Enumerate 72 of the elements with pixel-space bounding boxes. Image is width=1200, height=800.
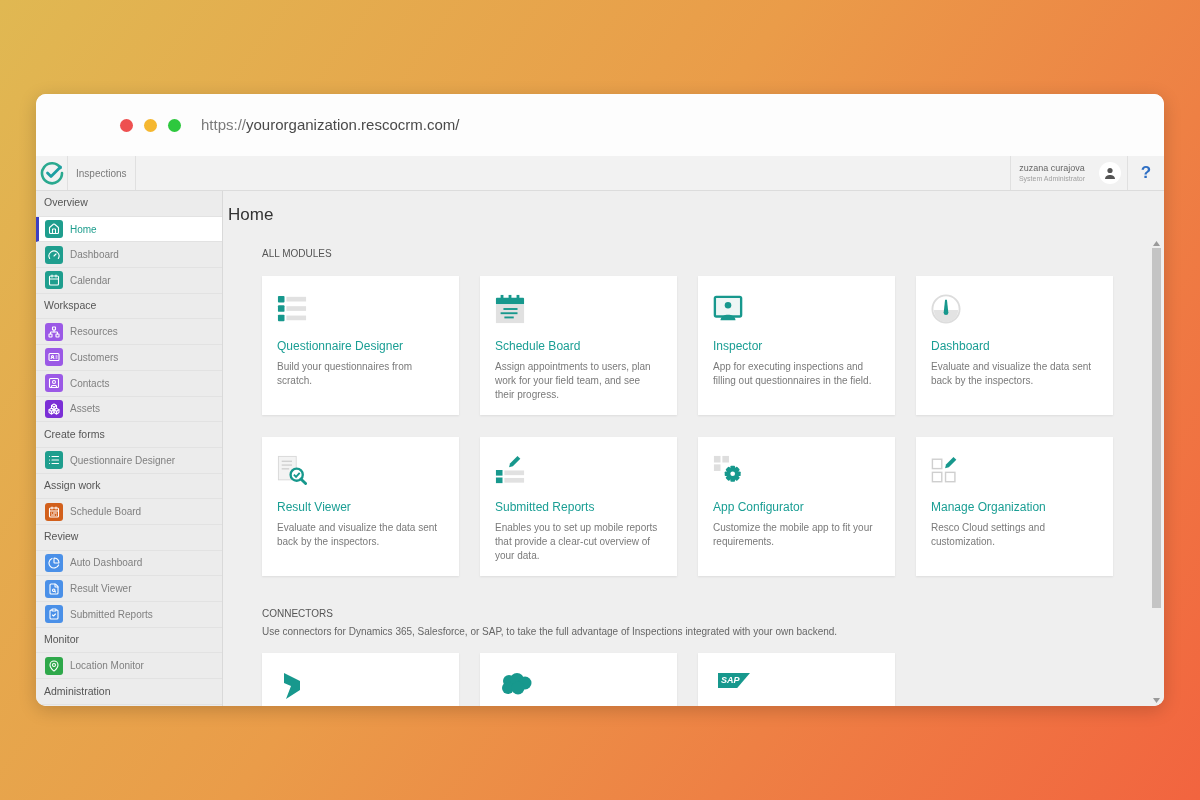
sidebar-item[interactable]: Submitted Reports xyxy=(36,602,222,628)
avatar-icon[interactable] xyxy=(1099,162,1121,184)
module-card[interactable]: Dashboard Evaluate and visualize the data sent back by the inspectors. xyxy=(916,276,1113,415)
sidebar-heading: Overview xyxy=(36,191,222,217)
module-description: Customize the mobile app to fit your requirements. xyxy=(713,521,874,549)
help-button[interactable]: ? xyxy=(1127,156,1164,190)
page-title: Home xyxy=(228,203,274,226)
wordmark-logo: SAP xyxy=(718,673,750,688)
connector-card[interactable] xyxy=(262,653,459,706)
section-heading: CONNECTORS xyxy=(262,608,333,620)
module-description: Evaluate and visualize the data sent back by the inspectors. xyxy=(931,360,1093,388)
sidebar-item[interactable]: Contacts xyxy=(36,370,222,397)
sidebar-item[interactable]: Schedule Board xyxy=(36,499,222,525)
section-heading: ALL MODULES xyxy=(262,248,332,260)
module-description: Build your questionnaires from scratch. xyxy=(277,360,414,388)
sidebar-item[interactable]: Resources xyxy=(36,319,222,346)
scrollbar-thumb[interactable] xyxy=(1152,248,1161,608)
calendar-icon xyxy=(495,294,525,324)
gauge-icon xyxy=(931,294,961,324)
module-title: Dashboard xyxy=(931,339,990,354)
sidebar-item[interactable]: Dashboard xyxy=(36,242,222,269)
module-card[interactable]: Submitted Reports Enables you to set up mobile reports that provide a clear-cut overview of your data. xyxy=(480,437,677,576)
pencil-list-icon xyxy=(495,455,525,485)
module-card[interactable]: Questionnaire Designer Build your questionnaires from scratch. xyxy=(262,276,459,415)
sidebar-item[interactable]: Questionnaire Designer xyxy=(36,447,222,474)
user-name: zuzana curajova xyxy=(1019,163,1085,174)
module-description: Assign appointments to users, plan work for your field team, and see their progress. xyxy=(495,360,652,402)
sidebar-item[interactable]: Home xyxy=(36,216,222,243)
close-button[interactable] xyxy=(120,118,133,132)
module-description: Resco Cloud settings and customization. xyxy=(931,521,1046,549)
module-card[interactable]: Inspector App for executing inspections and filling out questionnaires in the field. xyxy=(698,276,895,415)
module-title: Schedule Board xyxy=(495,339,581,354)
module-description: App for executing inspections and filling out questionnaires in the field. xyxy=(713,360,873,388)
scroll-down-icon[interactable] xyxy=(1153,698,1160,703)
sidebar-item[interactable]: Calendar xyxy=(36,268,222,294)
module-title: App Configurator xyxy=(713,500,804,515)
module-description: Evaluate and visualize the data sent back by the inspectors. xyxy=(277,521,439,549)
sidebar-heading: Review xyxy=(36,524,222,551)
connector-card[interactable]: SAP xyxy=(698,653,895,706)
cloud-logo-icon xyxy=(500,673,532,695)
module-card[interactable]: Schedule Board Assign appointments to users, plan work for your field team, and see their progress. xyxy=(480,276,677,415)
sidebar-item[interactable]: Customers xyxy=(36,345,222,371)
module-title: Questionnaire Designer xyxy=(277,339,404,354)
checklist-icon xyxy=(277,294,307,324)
url-text: https://yourorganization.rescocrm.com/ xyxy=(201,116,460,134)
section-description: Use connectors for Dynamics 365, Salesforce, or SAP, to take the full advantage of Inspections integrated with your own backend. xyxy=(262,626,838,638)
sidebar-item[interactable]: Assets xyxy=(36,396,222,423)
scroll-up-icon[interactable] xyxy=(1153,241,1160,246)
module-card[interactable]: Manage Organization Resco Cloud settings and customization. xyxy=(916,437,1113,576)
sidebar-heading: Create forms xyxy=(36,422,222,448)
chevron-logo-icon xyxy=(282,673,302,699)
sidebar-item[interactable]: Result Viewer xyxy=(36,576,222,602)
module-title: Submitted Reports xyxy=(495,500,595,515)
maximize-button[interactable] xyxy=(168,118,181,132)
sidebar-heading: Workspace xyxy=(36,293,222,320)
module-card[interactable]: App Configurator Customize the mobile app to fit your requirements. xyxy=(698,437,895,576)
sidebar-heading: Assign work xyxy=(36,473,222,500)
module-card[interactable]: Result Viewer Evaluate and visualize the data sent back by the inspectors. xyxy=(262,437,459,576)
grid-gear-icon xyxy=(713,455,743,485)
module-title: Result Viewer xyxy=(277,500,351,515)
sidebar-item[interactable]: Location Monitor xyxy=(36,653,222,680)
sidebar-heading: Administration xyxy=(36,679,222,705)
module-title: Inspector xyxy=(713,339,763,354)
minimize-button[interactable] xyxy=(144,118,157,132)
check-circle-logo-icon xyxy=(39,161,64,185)
connector-card[interactable] xyxy=(480,653,677,706)
document-magnifier-icon xyxy=(277,455,307,485)
sidebar-item[interactable]: Auto Dashboard xyxy=(36,550,222,577)
app-title[interactable]: Inspections xyxy=(68,156,136,190)
module-description: Enables you to set up mobile reports that provide a clear-cut overview of your data. xyxy=(495,521,659,563)
module-title: Manage Organization xyxy=(931,500,1046,515)
sidebar-heading: Monitor xyxy=(36,627,222,654)
